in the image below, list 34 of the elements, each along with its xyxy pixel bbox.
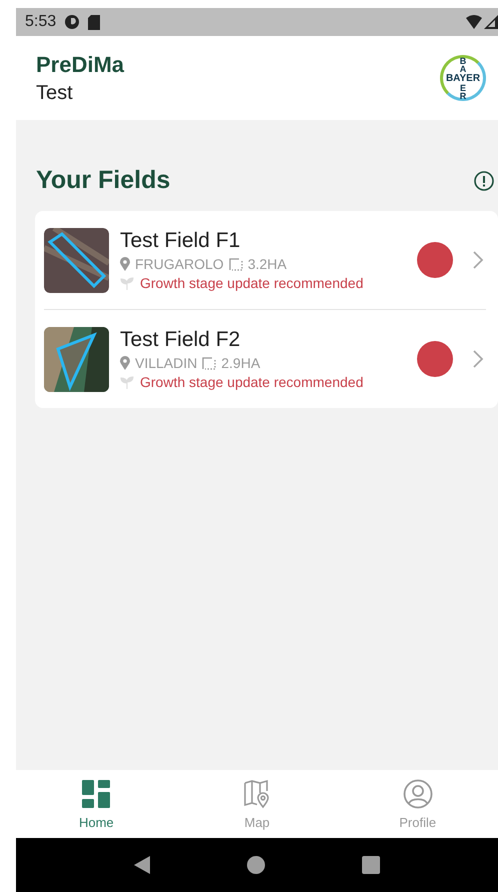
nav-tab[interactable]: Map xyxy=(176,770,338,838)
brand-logo: BA BAYER ER xyxy=(440,55,486,101)
field-name[interactable]: Test Field F1 xyxy=(120,229,406,253)
sprout-icon xyxy=(120,276,134,290)
info-icon[interactable] xyxy=(474,170,494,190)
home-icon[interactable] xyxy=(246,856,265,874)
nav-tab[interactable]: Profile xyxy=(337,770,498,838)
field-notice: Growth stage update recommended xyxy=(140,275,364,291)
field-location: VILLADIN xyxy=(135,355,198,371)
app-title: PreDiMa xyxy=(36,52,124,78)
field-area: 2.9HA xyxy=(221,355,260,371)
area-icon xyxy=(202,356,216,370)
map-thumbnail xyxy=(44,326,109,392)
app-subtitle: Test xyxy=(36,82,74,104)
sprout-icon xyxy=(120,375,134,389)
map-thumbnail xyxy=(44,228,109,292)
recents-icon[interactable] xyxy=(362,856,380,874)
sd-card-icon xyxy=(88,14,100,30)
nav-tab[interactable]: Home xyxy=(16,770,177,838)
profile-icon xyxy=(402,778,433,808)
field-name[interactable]: Test Field F2 xyxy=(120,328,406,352)
clock: 5:53 xyxy=(25,13,56,31)
dashboard-icon xyxy=(81,778,112,808)
location-pin-icon xyxy=(120,356,130,370)
field-location: FRUGAROLO xyxy=(135,256,224,272)
field-notice: Growth stage update recommended xyxy=(140,374,364,390)
back-icon[interactable] xyxy=(134,856,150,874)
location-pin-icon xyxy=(120,257,130,271)
map-pin-icon xyxy=(242,778,272,808)
field-area: 3.2HA xyxy=(248,256,287,272)
circle-icon xyxy=(64,14,80,30)
wifi-icon xyxy=(466,15,482,29)
section-title: Your Fields xyxy=(36,166,170,195)
area-icon xyxy=(228,257,243,271)
